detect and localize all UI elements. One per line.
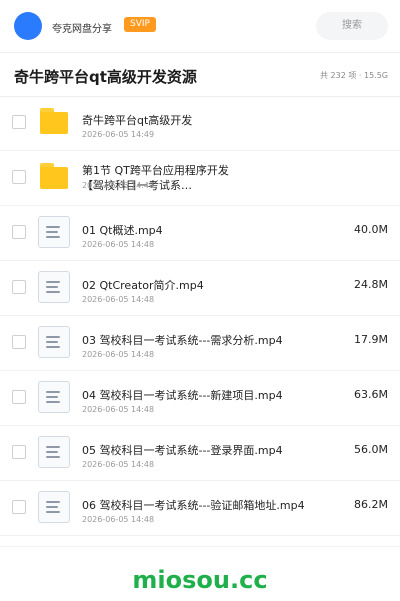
item-date: 2026-06-05 14:48 xyxy=(82,350,155,359)
document-icon xyxy=(38,491,70,523)
folder-icon xyxy=(38,106,70,138)
select-checkbox[interactable] xyxy=(12,500,26,514)
item-date: 2026-06-05 14:48 xyxy=(82,405,155,414)
item-name: 01 Qt概述.mp4 xyxy=(82,224,163,237)
item-date: 2026-06-05 14:48 xyxy=(82,515,155,524)
select-checkbox[interactable] xyxy=(12,170,26,184)
list-item[interactable]: 06 驾校科目一考试系统---验证邮箱地址.mp4 2026-06-05 14:… xyxy=(0,481,400,536)
select-checkbox[interactable] xyxy=(12,115,26,129)
list-item[interactable]: 01 Qt概述.mp4 2026-06-05 14:48 40.0M xyxy=(0,206,400,261)
list-item[interactable]: 04 驾校科目一考试系统---新建项目.mp4 2026-06-05 14:48… xyxy=(0,371,400,426)
list-item[interactable]: 05 驾校科目一考试系统---登录界面.mp4 2026-06-05 14:48… xyxy=(0,426,400,481)
item-size: 24.8M xyxy=(354,278,388,291)
list-item[interactable]: 03 驾校科目一考试系统---需求分析.mp4 2026-06-05 14:48… xyxy=(0,316,400,371)
select-checkbox[interactable] xyxy=(12,335,26,349)
item-name: 04 驾校科目一考试系统---新建项目.mp4 xyxy=(82,389,283,402)
item-name: 05 驾校科目一考试系统---登录界面.mp4 xyxy=(82,444,283,457)
list-item[interactable]: 第1节 QT跨平台应用程序开发【驾校科目一考试系… 2026-06-05 14:… xyxy=(0,151,400,206)
list-item[interactable]: 奇牛跨平台qt高级开发 2026-06-05 14:49 xyxy=(0,96,400,151)
select-checkbox[interactable] xyxy=(12,445,26,459)
item-size: 86.2M xyxy=(354,498,388,511)
document-icon xyxy=(38,436,70,468)
page-title: 奇牛跨平台qt高级开发资源 xyxy=(14,68,197,86)
item-size: 40.0M xyxy=(354,223,388,236)
file-list: 奇牛跨平台qt高级开发 2026-06-05 14:49 第1节 QT跨平台应用… xyxy=(0,96,400,536)
sharer-name: 夸克网盘分享 xyxy=(52,24,112,35)
item-date: 2026-06-05 14:49 xyxy=(82,130,155,139)
item-size: 63.6M xyxy=(354,388,388,401)
top-bar: 夸克网盘分享 SVIP 搜索 xyxy=(0,0,400,53)
watermark: miosou.cc xyxy=(132,566,268,594)
item-summary: 共 232 项 · 15.5G xyxy=(320,71,388,80)
svip-badge: SVIP xyxy=(124,17,156,32)
list-item[interactable]: 02 QtCreator简介.mp4 2026-06-05 14:48 24.8… xyxy=(0,261,400,316)
avatar[interactable] xyxy=(14,12,42,40)
item-name: 03 驾校科目一考试系统---需求分析.mp4 xyxy=(82,334,283,347)
select-checkbox[interactable] xyxy=(12,280,26,294)
select-checkbox[interactable] xyxy=(12,225,26,239)
select-checkbox[interactable] xyxy=(12,390,26,404)
folder-header: 奇牛跨平台qt高级开发资源 共 232 项 · 15.5G xyxy=(0,54,400,97)
item-name: 02 QtCreator简介.mp4 xyxy=(82,279,204,292)
search-button[interactable]: 搜索 xyxy=(316,12,388,40)
item-name: 06 驾校科目一考试系统---验证邮箱地址.mp4 xyxy=(82,499,305,512)
document-icon xyxy=(38,326,70,358)
item-date: 2026-06-05 14:49 xyxy=(82,181,155,190)
item-date: 2026-06-05 14:48 xyxy=(82,240,155,249)
item-date: 2026-06-05 14:48 xyxy=(82,460,155,469)
item-size: 17.9M xyxy=(354,333,388,346)
document-icon xyxy=(38,271,70,303)
document-icon xyxy=(38,381,70,413)
item-size: 56.0M xyxy=(354,443,388,456)
item-date: 2026-06-05 14:48 xyxy=(82,295,155,304)
item-name: 奇牛跨平台qt高级开发 xyxy=(82,114,193,127)
document-icon xyxy=(38,216,70,248)
folder-icon xyxy=(38,161,70,193)
